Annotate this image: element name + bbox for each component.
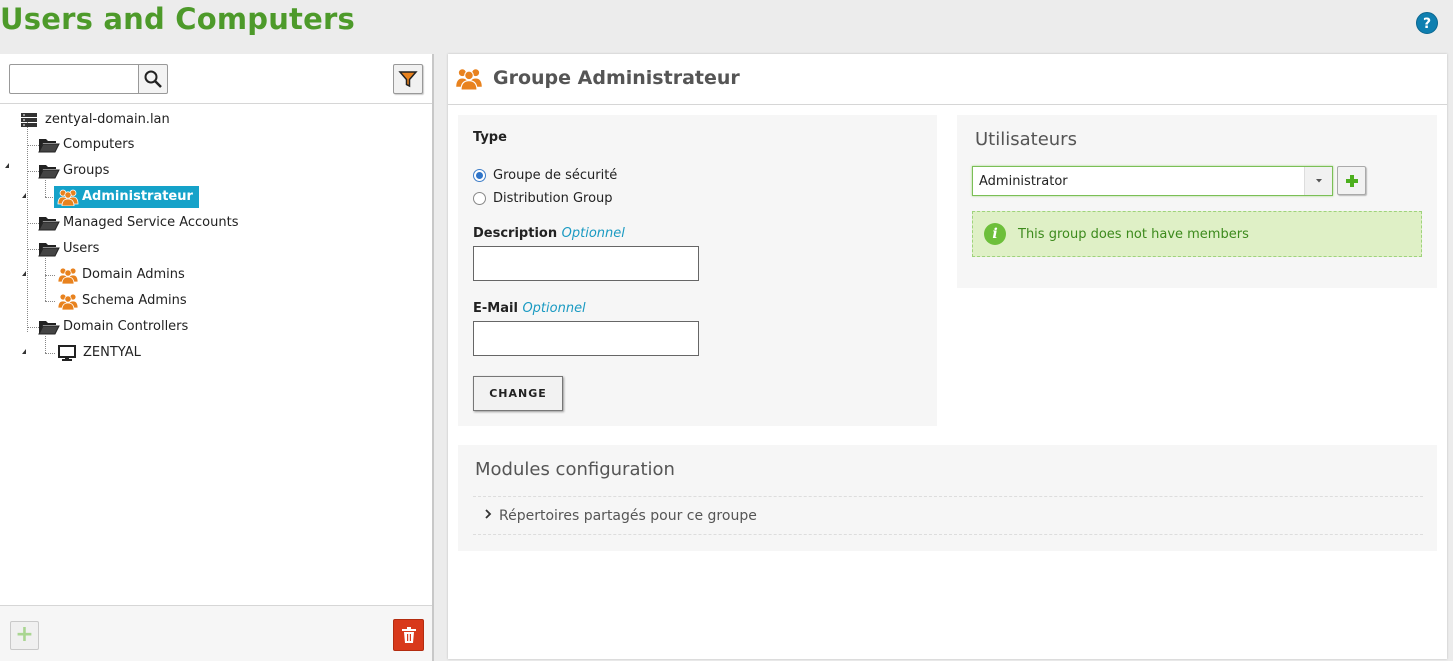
- email-label: E-Mail Optionnel: [473, 301, 586, 316]
- change-button[interactable]: CHANGE: [473, 376, 563, 411]
- tree-item-label: Groups: [63, 163, 110, 178]
- modules-config-box: Modules configuration Répertoires partag…: [458, 445, 1437, 551]
- radio-label: Distribution Group: [493, 191, 613, 206]
- tree-item-label: Domain Admins: [82, 267, 185, 282]
- magnifier-icon: [144, 70, 162, 88]
- expand-toggle[interactable]: [22, 349, 26, 354]
- search-button[interactable]: [138, 64, 168, 94]
- domain-tree: zentyal-domain.lan Computers Groups Admi…: [0, 106, 432, 586]
- optional-tag: Optionnel: [561, 226, 625, 241]
- tree-item-users[interactable]: Users: [38, 238, 102, 260]
- members-title: Utilisateurs: [975, 129, 1077, 150]
- folder-open-icon: [38, 321, 60, 335]
- group-icon: [455, 68, 483, 90]
- group-icon: [57, 267, 79, 284]
- tree-footer: +: [0, 605, 432, 661]
- folder-open-icon: [38, 243, 60, 257]
- plus-icon: [1345, 174, 1358, 187]
- email-label-text: E-Mail: [473, 301, 518, 316]
- group-title: Groupe Administrateur: [493, 67, 740, 89]
- server-icon: [21, 113, 37, 127]
- tree-root[interactable]: zentyal-domain.lan: [19, 109, 173, 131]
- delete-button[interactable]: [393, 619, 424, 651]
- folder-open-icon: [38, 139, 60, 153]
- members-box: Utilisateurs Administrator i This group …: [957, 115, 1437, 288]
- computer-icon: [58, 345, 76, 361]
- filter-button[interactable]: [393, 64, 423, 94]
- tree-item-label: Schema Admins: [82, 293, 187, 308]
- description-label-text: Description: [473, 226, 558, 241]
- description-field[interactable]: [473, 246, 699, 281]
- email-field[interactable]: [473, 321, 699, 356]
- description-label: Description Optionnel: [473, 226, 625, 241]
- chevron-down-icon[interactable]: [1304, 167, 1332, 195]
- group-detail-panel: Groupe Administrateur Type Groupe de séc…: [448, 54, 1447, 659]
- radio-button-checked[interactable]: [473, 169, 486, 182]
- tree-panel: zentyal-domain.lan Computers Groups Admi…: [0, 54, 434, 661]
- help-icon[interactable]: ?: [1416, 12, 1438, 34]
- info-icon: i: [984, 223, 1006, 245]
- trash-icon: [401, 627, 416, 643]
- optional-tag: Optionnel: [522, 301, 586, 316]
- tree-item-label: Administrateur: [82, 189, 193, 204]
- tree-item-label: Computers: [63, 137, 135, 152]
- tree-item-schema-admins[interactable]: Schema Admins: [57, 290, 190, 312]
- no-members-text: This group does not have members: [1018, 226, 1249, 242]
- module-row-shared-folders[interactable]: Répertoires partagés pour ce groupe: [473, 496, 1423, 535]
- tree-item-computers[interactable]: Computers: [38, 134, 137, 156]
- page-title: Users and Computers: [0, 2, 355, 36]
- tree-item-domain-admins[interactable]: Domain Admins: [57, 264, 188, 286]
- folder-open-icon: [38, 165, 60, 179]
- group-icon: [57, 189, 79, 206]
- modules-title: Modules configuration: [475, 459, 675, 480]
- radio-label: Groupe de sécurité: [493, 168, 618, 183]
- tree-item-label: Managed Service Accounts: [63, 215, 239, 230]
- funnel-icon: [398, 71, 418, 88]
- expand-toggle[interactable]: [5, 163, 9, 168]
- module-row-label: Répertoires partagés pour ce groupe: [499, 507, 757, 524]
- group-header: Groupe Administrateur: [448, 54, 1447, 105]
- tree-toolbar: [0, 54, 432, 104]
- add-button[interactable]: +: [10, 621, 39, 650]
- type-label: Type: [473, 130, 507, 145]
- expand-toggle[interactable]: [22, 193, 26, 198]
- no-members-note: i This group does not have members: [972, 211, 1422, 257]
- tree-item-administrateur[interactable]: Administrateur: [54, 186, 199, 208]
- tree-item-label: Domain Controllers: [63, 319, 189, 334]
- user-select-value: Administrator: [979, 173, 1068, 189]
- group-icon: [57, 293, 79, 310]
- expand-toggle[interactable]: [22, 271, 26, 276]
- search-input[interactable]: [9, 64, 139, 94]
- selected-highlight: Administrateur: [54, 186, 199, 208]
- chevron-right-icon: [484, 508, 492, 524]
- folder-open-icon: [38, 217, 60, 231]
- tree-item-label: ZENTYAL: [83, 345, 141, 360]
- user-select[interactable]: Administrator: [972, 166, 1333, 196]
- radio-security-group[interactable]: Groupe de sécurité: [473, 168, 617, 183]
- tree-item-label: Users: [63, 241, 100, 256]
- tree-item-managed-service-accounts[interactable]: Managed Service Accounts: [38, 212, 241, 234]
- add-member-button[interactable]: [1337, 166, 1366, 195]
- radio-distribution-group[interactable]: Distribution Group: [473, 191, 613, 206]
- group-properties-form: Type Groupe de sécurité Distribution Gro…: [458, 115, 937, 426]
- tree-item-domain-controllers[interactable]: Domain Controllers: [38, 316, 191, 338]
- tree-item-zentyal[interactable]: ZENTYAL: [57, 342, 144, 364]
- tree-item-groups[interactable]: Groups: [38, 160, 112, 182]
- radio-button[interactable]: [473, 192, 486, 205]
- tree-root-label: zentyal-domain.lan: [45, 112, 170, 127]
